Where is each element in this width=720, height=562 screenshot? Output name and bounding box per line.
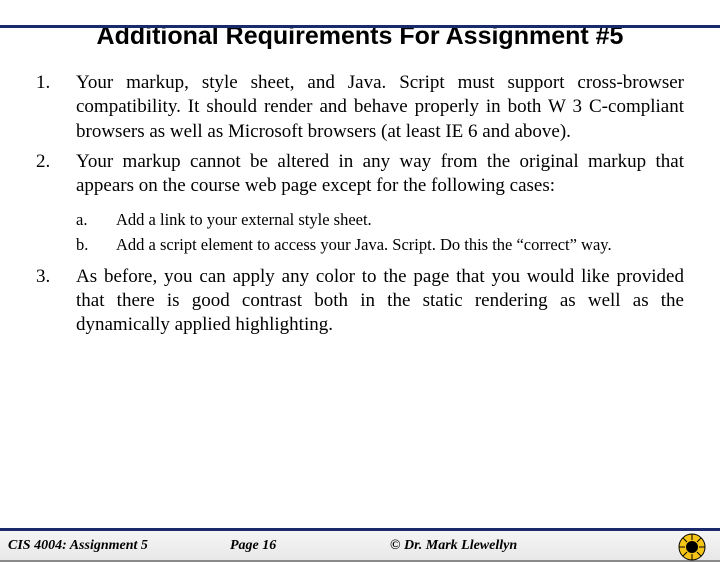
requirements-list: Your markup, style sheet, and Java. Scri… bbox=[36, 71, 684, 338]
top-rule bbox=[0, 25, 720, 28]
list-item: As before, you can apply any color to th… bbox=[36, 265, 684, 338]
ucf-logo-icon bbox=[678, 533, 706, 561]
sub-item-text: Add a link to your external style sheet. bbox=[116, 210, 372, 229]
list-item-text: As before, you can apply any color to th… bbox=[76, 266, 684, 336]
sub-list-item: Add a script element to access your Java… bbox=[76, 234, 684, 255]
list-item-text: Your markup cannot be altered in any way… bbox=[76, 151, 684, 196]
sub-list-item: Add a link to your external style sheet. bbox=[76, 209, 684, 230]
footer-bar: CIS 4004: Assignment 5 Page 16 © Dr. Mar… bbox=[0, 528, 720, 562]
list-item-text: Your markup, style sheet, and Java. Scri… bbox=[76, 72, 684, 142]
sub-item-text: Add a script element to access your Java… bbox=[116, 235, 612, 254]
sub-list: Add a link to your external style sheet.… bbox=[76, 209, 684, 255]
list-item: Your markup cannot be altered in any way… bbox=[36, 150, 684, 255]
list-item: Your markup, style sheet, and Java. Scri… bbox=[36, 71, 684, 144]
content-area: Your markup, style sheet, and Java. Scri… bbox=[0, 71, 720, 338]
